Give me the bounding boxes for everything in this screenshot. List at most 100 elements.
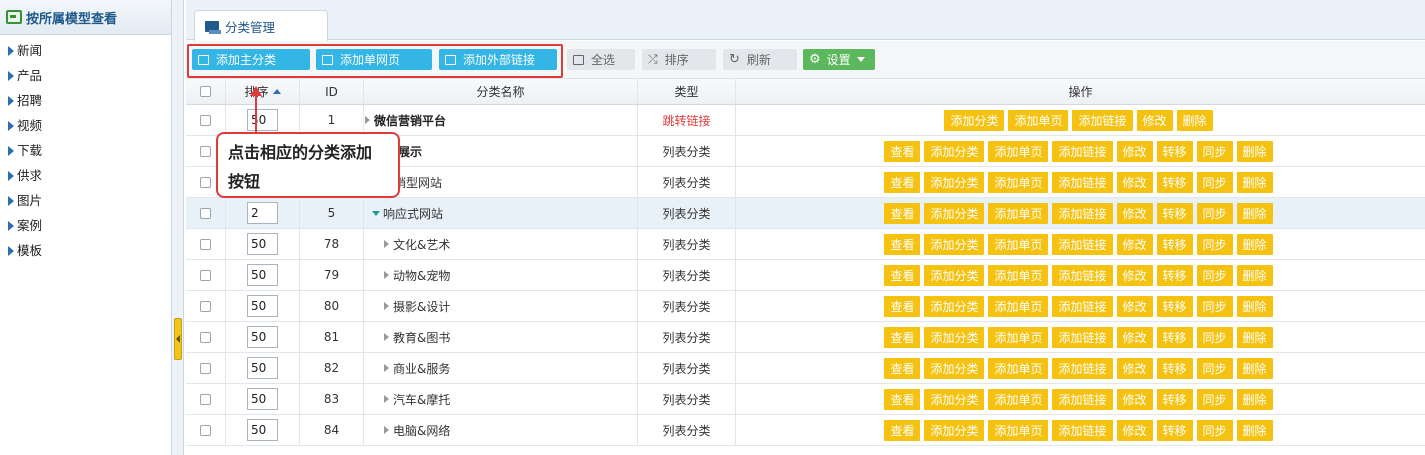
tab-category-management[interactable]: 分类管理 bbox=[194, 10, 328, 41]
edit-button[interactable]: 修改 bbox=[1116, 264, 1153, 286]
settings-dropdown-button[interactable]: ⚙ 设置 bbox=[803, 49, 875, 70]
add-external-link-button[interactable]: 添加外部链接 bbox=[439, 49, 557, 70]
sidebar-item-images[interactable]: 图片 bbox=[0, 188, 171, 213]
collapsed-triangle-icon[interactable] bbox=[365, 116, 370, 124]
sync-button[interactable]: 同步 bbox=[1196, 140, 1233, 162]
add-link-button[interactable]: 添加链接 bbox=[1052, 202, 1113, 224]
sort-order-input[interactable]: 50 bbox=[247, 233, 278, 255]
edit-button[interactable]: 修改 bbox=[1116, 326, 1153, 348]
delete-button[interactable]: 删除 bbox=[1236, 357, 1273, 379]
edit-button[interactable]: 修改 bbox=[1116, 140, 1153, 162]
add-category-button[interactable]: 添加分类 bbox=[924, 140, 985, 162]
add-page-button[interactable]: 添加单页 bbox=[988, 202, 1049, 224]
sort-order-input[interactable]: 50 bbox=[247, 419, 278, 441]
edit-button[interactable]: 修改 bbox=[1116, 233, 1153, 255]
add-category-button[interactable]: 添加分类 bbox=[944, 109, 1005, 131]
view-button[interactable]: 查看 bbox=[884, 295, 921, 317]
header-sort[interactable]: 排序 bbox=[226, 79, 300, 104]
add-link-button[interactable]: 添加链接 bbox=[1052, 419, 1113, 441]
row-checkbox[interactable] bbox=[200, 331, 211, 343]
sidebar-item-video[interactable]: 视频 bbox=[0, 113, 171, 138]
add-category-button[interactable]: 添加分类 bbox=[924, 295, 985, 317]
row-checkbox[interactable] bbox=[200, 424, 211, 436]
select-all-checkbox[interactable] bbox=[200, 86, 211, 97]
delete-button[interactable]: 删除 bbox=[1236, 233, 1273, 255]
sync-button[interactable]: 同步 bbox=[1196, 419, 1233, 441]
view-button[interactable]: 查看 bbox=[884, 140, 921, 162]
move-button[interactable]: 转移 bbox=[1156, 233, 1193, 255]
delete-button[interactable]: 删除 bbox=[1236, 264, 1273, 286]
add-category-button[interactable]: 添加分类 bbox=[924, 326, 985, 348]
sidebar-item-jobs[interactable]: 招聘 bbox=[0, 88, 171, 113]
add-link-button[interactable]: 添加链接 bbox=[1052, 295, 1113, 317]
sidebar-item-download[interactable]: 下载 bbox=[0, 138, 171, 163]
collapsed-triangle-icon[interactable] bbox=[384, 302, 389, 310]
add-link-button[interactable]: 添加链接 bbox=[1052, 357, 1113, 379]
add-link-button[interactable]: 添加链接 bbox=[1052, 326, 1113, 348]
move-button[interactable]: 转移 bbox=[1156, 419, 1193, 441]
collapsed-triangle-icon[interactable] bbox=[384, 333, 389, 341]
sync-button[interactable]: 同步 bbox=[1196, 233, 1233, 255]
view-button[interactable]: 查看 bbox=[884, 419, 921, 441]
move-button[interactable]: 转移 bbox=[1156, 326, 1193, 348]
edit-button[interactable]: 修改 bbox=[1116, 202, 1153, 224]
sort-button[interactable]: ⤮ 排序 bbox=[642, 49, 716, 70]
sort-order-input[interactable]: 2 bbox=[247, 202, 278, 224]
panel-splitter[interactable] bbox=[172, 0, 184, 455]
sidebar-item-news[interactable]: 新闻 bbox=[0, 38, 171, 63]
collapsed-triangle-icon[interactable] bbox=[384, 364, 389, 372]
sync-button[interactable]: 同步 bbox=[1196, 326, 1233, 348]
add-category-button[interactable]: 添加分类 bbox=[924, 233, 985, 255]
move-button[interactable]: 转移 bbox=[1156, 171, 1193, 193]
add-category-button[interactable]: 添加分类 bbox=[924, 171, 985, 193]
row-checkbox[interactable] bbox=[200, 269, 211, 281]
add-main-category-button[interactable]: 添加主分类 bbox=[192, 49, 310, 70]
add-page-button[interactable]: 添加单页 bbox=[988, 419, 1049, 441]
refresh-button[interactable]: ↻ 刷新 bbox=[723, 49, 797, 70]
add-category-button[interactable]: 添加分类 bbox=[924, 202, 985, 224]
add-link-button[interactable]: 添加链接 bbox=[1072, 109, 1133, 131]
move-button[interactable]: 转移 bbox=[1156, 295, 1193, 317]
row-checkbox[interactable] bbox=[200, 145, 211, 157]
edit-button[interactable]: 修改 bbox=[1116, 295, 1153, 317]
sidebar-item-products[interactable]: 产品 bbox=[0, 63, 171, 88]
row-checkbox[interactable] bbox=[200, 393, 211, 405]
view-button[interactable]: 查看 bbox=[884, 388, 921, 410]
add-page-button[interactable]: 添加单页 bbox=[988, 357, 1049, 379]
sync-button[interactable]: 同步 bbox=[1196, 357, 1233, 379]
edit-button[interactable]: 修改 bbox=[1116, 357, 1153, 379]
expanded-triangle-icon[interactable] bbox=[372, 210, 380, 216]
add-page-button[interactable]: 添加单页 bbox=[988, 233, 1049, 255]
sort-order-input[interactable]: 50 bbox=[247, 357, 278, 379]
collapsed-triangle-icon[interactable] bbox=[384, 395, 389, 403]
view-button[interactable]: 查看 bbox=[884, 171, 921, 193]
view-button[interactable]: 查看 bbox=[884, 326, 921, 348]
sort-order-input[interactable]: 50 bbox=[247, 295, 278, 317]
view-button[interactable]: 查看 bbox=[884, 233, 921, 255]
delete-button[interactable]: 删除 bbox=[1236, 388, 1273, 410]
row-checkbox[interactable] bbox=[200, 300, 211, 312]
add-page-button[interactable]: 添加单页 bbox=[1008, 109, 1069, 131]
add-link-button[interactable]: 添加链接 bbox=[1052, 264, 1113, 286]
delete-button[interactable]: 删除 bbox=[1236, 419, 1273, 441]
row-checkbox[interactable] bbox=[200, 362, 211, 374]
row-checkbox[interactable] bbox=[200, 238, 211, 250]
add-link-button[interactable]: 添加链接 bbox=[1052, 233, 1113, 255]
row-checkbox[interactable] bbox=[200, 176, 211, 188]
delete-button[interactable]: 删除 bbox=[1236, 171, 1273, 193]
view-button[interactable]: 查看 bbox=[884, 202, 921, 224]
select-all-button[interactable]: 全选 bbox=[567, 49, 635, 70]
move-button[interactable]: 转移 bbox=[1156, 388, 1193, 410]
add-page-button[interactable]: 添加单页 bbox=[988, 264, 1049, 286]
sync-button[interactable]: 同步 bbox=[1196, 388, 1233, 410]
sort-order-input[interactable]: 50 bbox=[247, 326, 278, 348]
sync-button[interactable]: 同步 bbox=[1196, 295, 1233, 317]
edit-button[interactable]: 修改 bbox=[1136, 109, 1173, 131]
sync-button[interactable]: 同步 bbox=[1196, 264, 1233, 286]
delete-button[interactable]: 删除 bbox=[1236, 202, 1273, 224]
edit-button[interactable]: 修改 bbox=[1116, 388, 1153, 410]
add-category-button[interactable]: 添加分类 bbox=[924, 357, 985, 379]
add-category-button[interactable]: 添加分类 bbox=[924, 264, 985, 286]
move-button[interactable]: 转移 bbox=[1156, 140, 1193, 162]
collapsed-triangle-icon[interactable] bbox=[384, 271, 389, 279]
